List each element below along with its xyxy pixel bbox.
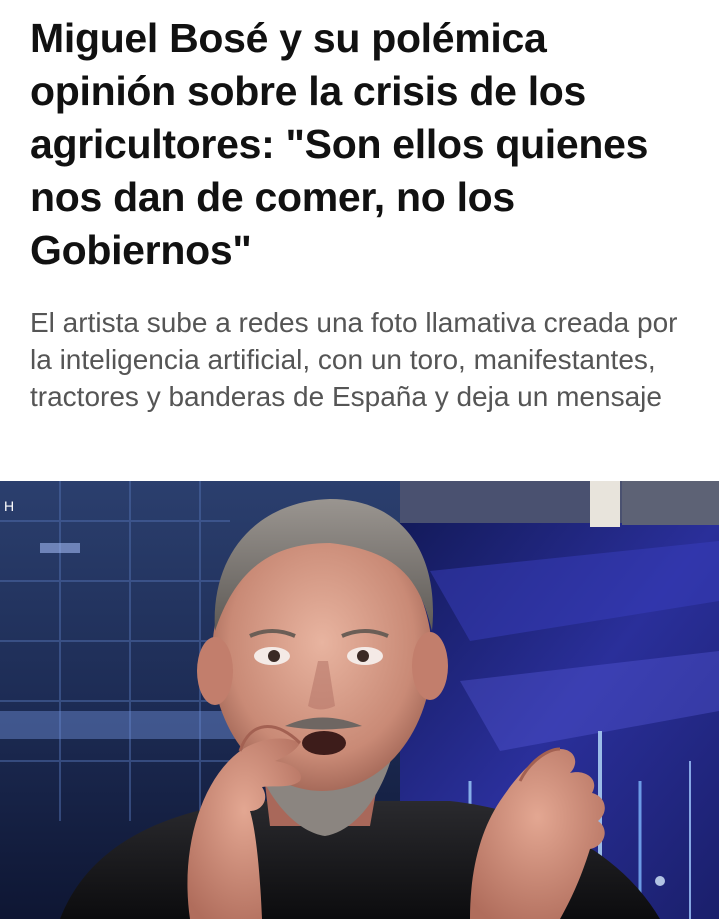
article-photo[interactable]: H bbox=[0, 481, 719, 919]
article-headline[interactable]: Miguel Bosé y su polémica opinión sobre … bbox=[30, 12, 690, 277]
article-page: Miguel Bosé y su polémica opinión sobre … bbox=[0, 0, 719, 919]
article-subtitle: El artista sube a redes una foto llamati… bbox=[30, 307, 678, 412]
svg-text:H: H bbox=[4, 498, 14, 514]
